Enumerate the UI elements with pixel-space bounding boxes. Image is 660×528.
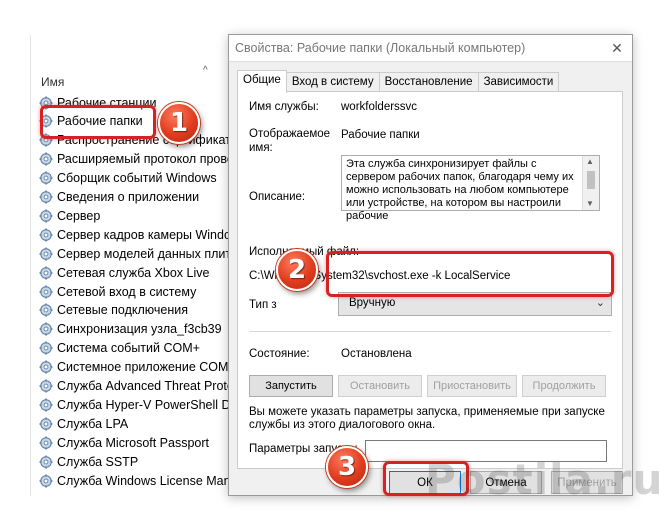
service-gear-icon xyxy=(39,322,53,336)
service-gear-icon xyxy=(39,247,53,261)
service-gear-icon xyxy=(39,398,53,412)
service-gear-icon xyxy=(39,209,53,223)
column-header-name[interactable]: Имя xyxy=(41,75,64,89)
service-name: Служба Advanced Threat Protec xyxy=(57,379,241,393)
list-item[interactable]: Сервер кадров камеры Window xyxy=(39,225,240,244)
service-name: Служба Microsoft Passport xyxy=(57,435,210,450)
highlight-startup-type xyxy=(326,251,614,297)
list-item[interactable]: Синхронизация узла_f3cb39 xyxy=(39,320,222,339)
service-gear-icon xyxy=(39,341,53,355)
description-scrollbar[interactable]: ▲ ▼ xyxy=(582,156,599,210)
list-item[interactable]: Служба LPA xyxy=(39,414,128,433)
tab-general[interactable]: Общие xyxy=(237,70,287,93)
list-item[interactable]: Системное приложение COM+ xyxy=(39,358,236,377)
list-item[interactable]: Служба Advanced Threat Protec xyxy=(39,377,240,396)
service-name: Сетевая служба Xbox Live xyxy=(57,265,210,280)
list-item[interactable]: Сетевая служба Xbox Live xyxy=(39,263,209,282)
status-label: Состояние: xyxy=(249,348,310,360)
service-gear-icon xyxy=(39,171,53,185)
service-name: Сервер xyxy=(57,208,101,223)
watermark: Postila.ru xyxy=(425,455,660,504)
list-item[interactable]: Расширяемый протокол прове xyxy=(39,150,234,169)
service-name-value: workfolderssvc xyxy=(341,101,418,113)
service-gear-icon xyxy=(39,228,53,242)
list-item[interactable]: Сведения о приложении xyxy=(39,188,199,207)
list-item[interactable]: Служба Windows License Mana xyxy=(39,471,238,490)
service-gear-icon xyxy=(39,284,53,299)
list-item[interactable]: Служба Hyper-V PowerShell Dire xyxy=(39,395,241,414)
service-gear-icon xyxy=(39,360,53,374)
description-label: Описание: xyxy=(249,191,306,203)
service-name: Служба Hyper-V PowerShell Dire xyxy=(57,397,241,412)
service-name: Расширяемый протокол прове xyxy=(57,152,234,167)
description-box[interactable]: Эта служба синхронизирует файлы с сервер… xyxy=(341,155,600,222)
display-name-label: Отображаемое имя: xyxy=(249,128,331,154)
stop-button[interactable]: Остановить xyxy=(338,375,422,397)
dialog-title: Свойства: Рабочие папки (Локальный компь… xyxy=(235,41,526,55)
service-gear-icon xyxy=(39,303,53,317)
step-badge-2: 2 xyxy=(276,249,318,291)
tab-logon[interactable]: Вход в систему xyxy=(285,72,380,93)
dialog-tabs: Общие Вход в систему Восстановление Зави… xyxy=(237,70,560,93)
startup-type-label: Тип з xyxy=(249,299,277,311)
step-badge-1: 1 xyxy=(158,102,200,144)
dialog-titlebar: Свойства: Рабочие папки (Локальный компь… xyxy=(229,35,632,62)
pause-button[interactable]: Приостановить xyxy=(427,375,517,397)
service-name: Сведения о приложении xyxy=(57,190,200,204)
service-gear-icon xyxy=(39,436,53,450)
sort-up-icon: ^ xyxy=(203,65,208,76)
service-gear-icon xyxy=(39,417,53,431)
close-icon[interactable]: ✕ xyxy=(602,40,632,57)
chevron-down-icon: ⌄ xyxy=(595,297,605,309)
start-button[interactable]: Запустить xyxy=(249,375,333,397)
service-name: Служба SSTP xyxy=(57,454,139,469)
service-name: Сборщик событий Windows xyxy=(57,171,217,186)
service-name: Синхронизация узла_f3cb39 xyxy=(57,322,222,337)
service-gear-icon xyxy=(39,455,53,469)
list-item[interactable]: Служба SSTP xyxy=(39,452,138,471)
display-name-value: Рабочие папки xyxy=(341,129,420,141)
list-item[interactable]: Сервер моделей данных плитки xyxy=(39,244,241,263)
service-name: Система событий COM+ xyxy=(57,341,200,356)
resume-button[interactable]: Продолжить xyxy=(522,375,606,397)
service-gear-icon xyxy=(39,190,53,204)
scroll-up-icon[interactable]: ▲ xyxy=(586,157,594,166)
status-value: Остановлена xyxy=(341,348,412,360)
divider xyxy=(249,331,611,332)
service-name: Сервер моделей данных плитки xyxy=(57,246,241,261)
service-name: Сервер кадров камеры Window xyxy=(57,227,240,242)
step-badge-3: 3 xyxy=(326,446,368,488)
tab-dependencies[interactable]: Зависимости xyxy=(477,72,560,93)
startup-type-value: Вручную xyxy=(349,297,396,309)
list-item[interactable]: Сборщик событий Windows xyxy=(39,169,217,188)
scroll-thumb[interactable] xyxy=(587,171,595,189)
service-name: Служба Windows License Mana xyxy=(57,473,238,488)
service-name: Служба LPA xyxy=(57,416,129,431)
service-name: Сетевой вход в систему xyxy=(57,284,197,299)
list-item[interactable]: Сетевые подключения xyxy=(39,301,188,320)
service-name: Сетевые подключения xyxy=(57,303,189,318)
list-item[interactable]: Сетевой вход в систему xyxy=(39,282,196,301)
tab-recovery[interactable]: Восстановление xyxy=(378,72,479,93)
list-item[interactable]: Служба Microsoft Passport xyxy=(39,433,209,452)
list-item[interactable]: Сервер xyxy=(39,206,100,225)
list-item[interactable]: Система событий COM+ xyxy=(39,339,200,358)
highlight-service-item xyxy=(40,105,156,139)
service-gear-icon xyxy=(39,473,53,488)
service-gear-icon xyxy=(39,152,53,166)
startup-hint: Вы можете указать параметры запуска, при… xyxy=(249,406,605,431)
description-text: Эта служба синхронизирует файлы с сервер… xyxy=(346,158,574,222)
service-name-label: Имя службы: xyxy=(249,101,319,113)
service-gear-icon xyxy=(39,379,53,393)
scroll-down-icon[interactable]: ▼ xyxy=(586,199,594,208)
service-name: Системное приложение COM+ xyxy=(57,360,236,375)
service-gear-icon xyxy=(39,266,53,280)
